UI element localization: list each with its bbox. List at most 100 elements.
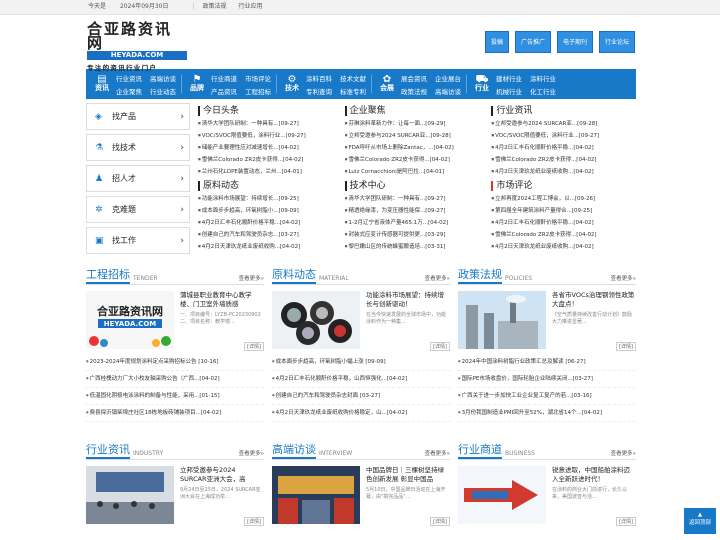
list-item[interactable]: 立邦受邀参与2024 SURCAR亚...[09-28] [345,130,492,142]
nav-link[interactable]: 行业资讯 [116,73,142,83]
list-item[interactable]: Luiz Cornacchioni是阿巴拉...[04-01] [345,166,492,178]
card-title[interactable]: 锐意进取，中国船舶涂料迈入全新跃进时代！ [552,466,636,484]
detail-link[interactable]: [详情] [430,342,450,351]
list-item[interactable]: 储能产业要理性应对减速增长...[04-02] [198,142,345,154]
list-item[interactable]: 3月份我国制造业PMI回升至52%，湖北省14个...[04-02] [458,405,636,422]
nav-link[interactable]: 机械行业 [496,86,522,96]
list-item[interactable]: 4月2日汇丰石化顺酐价格平稳...[04-02] [491,217,638,229]
list-item[interactable]: 创建自己的汽车和驾驶员杂志封面 [03-27] [272,388,450,405]
nav-link[interactable]: 产品资讯 [211,86,237,96]
list-item[interactable]: 雪佛兰Colorado ZR2皮卡获得...[04-02] [345,154,492,166]
nav-link[interactable]: 化工行业 [530,86,556,96]
section-title[interactable]: 原料动态 [272,267,316,284]
list-item[interactable]: 4月2日天津玖龙纸业废纸收购...[04-02] [491,166,638,178]
feature-card[interactable]: 各省市VOCs治理钢领性政策大盘点！ 《空气质量持续改善行动计划》鼓励大力推进显著… [458,291,636,351]
sidebar-item-products[interactable]: ◈ 找产品 › [86,103,190,130]
nav-link[interactable]: 行业商道 [211,73,237,83]
nav-link[interactable]: 涂料行业 [530,73,556,83]
nav-link[interactable]: 工程招标 [245,86,271,96]
back-to-top-button[interactable]: ▲ 返回顶部 [684,508,716,534]
more-link[interactable]: 查看更多» [425,449,450,457]
list-item[interactable]: 黎巴嫩山区的传统蜂蜜酿造培...[03-31] [345,241,492,253]
more-link[interactable]: 查看更多» [425,274,450,282]
list-item[interactable]: 4月2日汇丰石化顺酐价格平稳...[04-02] [198,217,345,229]
detail-link[interactable]: [详情] [244,517,264,526]
block-title[interactable]: 今日头条 [198,106,345,116]
nav-link[interactable]: 建材行业 [496,73,522,83]
list-item[interactable]: 第四届全年建筑涂料产量得合...[09-25] [491,205,638,217]
list-item[interactable]: 芬琳涂料革新力作：让每一面...[09-29] [345,118,492,130]
list-item[interactable]: 4月2日天津玖龙纸业废纸收购...[04-02] [198,241,345,253]
card-title[interactable]: 中国品牌日｜三棵树坚持绿色创新发展 彰显中国品 [366,466,450,484]
sidebar-item-talent[interactable]: ♟ 招人才 › [86,165,190,192]
section-title[interactable]: 工程招标 [86,267,130,284]
feature-card[interactable]: 中国品牌日｜三棵树坚持绿色创新发展 彰显中国品 5月10日，中国品牌日活动在上海开… [272,466,450,526]
list-item[interactable]: 广西关于进一步加快工业企业复工复产的若...[03-16] [458,388,636,405]
contribute-button[interactable]: 投稿 [484,31,509,53]
nav-link[interactable]: 标准专利 [340,86,366,96]
nav-link[interactable]: 展会资讯 [401,73,427,83]
nav-link[interactable]: 企业聚焦 [116,86,142,96]
list-item[interactable]: 清华大学团队研制：一种具有...[09-27] [198,118,345,130]
section-title[interactable]: 政策法规 [458,267,502,284]
forum-button[interactable]: 行业论坛 [598,31,635,53]
list-item[interactable]: 4月2日天津玖龙纸业废纸收购...[04-02] [491,241,638,253]
feature-card[interactable]: 立邦受邀参与2024 SURCAR亚洲大会，高 9月24日至25日，2024 SU… [86,466,264,526]
more-link[interactable]: 查看更多» [611,274,636,282]
card-title[interactable]: 蒲城县职业教育中心教学楼、门卫室外墙质感 [180,291,264,309]
block-title[interactable]: 原料动态 [198,181,345,191]
list-item[interactable]: 创建自己的汽车和驾驶员杂志...[03-27] [198,229,345,241]
list-item[interactable]: 成本面步步趋高，环氧树脂小...[09-09] [198,205,345,217]
detail-link[interactable]: [详情] [430,517,450,526]
section-title[interactable]: 行业商道 [458,442,502,459]
detail-link[interactable]: [详情] [616,342,636,351]
more-link[interactable]: 查看更多» [239,449,264,457]
feature-card[interactable]: 锐意进取，中国船舶涂料迈入全新跃进时代！ 在涂料的商业大门前进行，长久以来，美国波… [458,466,636,526]
nav-link[interactable]: 政策法规 [401,86,427,96]
nav-link[interactable]: 涂料百科 [306,73,332,83]
block-title[interactable]: 企业聚焦 [344,106,492,116]
block-title[interactable]: 市场评论 [491,181,638,191]
list-item[interactable]: 立邦受邀参与2024 SURCAR亚...[09-28] [491,118,638,130]
block-title[interactable]: 技术中心 [344,181,492,191]
more-link[interactable]: 查看更多» [239,274,264,282]
list-item[interactable]: VOC/SVOC限值要低，涂料行业...[09-27] [491,130,638,142]
sidebar-item-jobs[interactable]: ▣ 找工作 › [86,227,190,254]
nav-link[interactable]: 企业展台 [435,73,461,83]
list-item[interactable]: 广西桂槐动力厂大小校友轴采购公告（广西...[04-02] [86,371,264,388]
list-item[interactable]: 4月2日天津玖龙纸业废纸收购价格稳定，山...[04-02] [272,405,450,422]
ejournal-button[interactable]: 电子期刊 [556,31,593,53]
list-item[interactable]: 成本面步步趋高，环氧树脂小幅上涨 [09-09] [272,354,450,371]
card-title[interactable]: 各省市VOCs治理钢领性政策大盘点！ [552,291,636,309]
more-link[interactable]: 查看更多» [611,449,636,457]
site-logo[interactable]: 合亚路资讯网 HEYADA.COM 专注的资讯行业门户 [87,22,187,72]
list-item[interactable]: 兰州石化LDPE装置动态，兰州...[04-01] [198,166,345,178]
list-item[interactable]: 封装式应变计传感器可提供更...[03-29] [345,229,492,241]
nav-link[interactable]: 技术文献 [340,73,366,83]
feature-card[interactable]: 合亚路资讯网 HEYADA.COM 蒲城县职业教育中心教学楼、门卫室外墙质感 一、项… [86,291,264,351]
list-item[interactable]: 4月2日汇丰石化顺酐价格平稳...[04-02] [491,142,638,154]
list-item[interactable]: 国际PE市场收盘价，国际轮胎企业陆续关闭...[03-27] [458,371,636,388]
nav-link[interactable]: 行业动态 [150,86,176,96]
list-item[interactable]: 1-2月辽宁省液体产量465.1万...[04-02] [345,217,492,229]
nav-link[interactable]: 市场评论 [245,73,271,83]
sidebar-item-problems[interactable]: ✲ 克难题 › [86,196,190,223]
list-item[interactable]: 雪佛兰Colorado ZR2皮卡获得...[04-02] [491,154,638,166]
list-item[interactable]: 功能涂料市场展望：持续增长...[09-25] [198,193,345,205]
card-title[interactable]: 立邦受邀参与2024 SURCAR亚洲大会，高 [180,466,264,484]
detail-link[interactable]: [详情] [616,517,636,526]
feature-card[interactable]: 功能涂料市场展望：持续增长与创新驱动！ 在当今快速发展的全球市场中，功能涂料作为一… [272,291,450,351]
list-item[interactable]: FDA呼吁从市场上删除Zantac，...[04-02] [345,142,492,154]
list-item[interactable]: 清华大学团队研制：一种具有...[09-27] [345,193,492,205]
top-link-policy[interactable]: 政策法规 [203,0,227,14]
block-title[interactable]: 行业资讯 [491,106,638,116]
list-item[interactable]: 2023-2024年度规划涂料定点采购招标公告 [10-16] [86,354,264,371]
list-item[interactable]: 费县探沂镇柴埠庄社区18栋地板砖铺装项目...[04-02] [86,405,264,422]
list-item[interactable]: 低温固化阴极电泳涂料的制备与性能，采用...[01-15] [86,388,264,405]
nav-link[interactable]: 高端访谈 [150,73,176,83]
list-item[interactable]: 立邦再度2024工程工博会，以...[09-26] [491,193,638,205]
ad-button[interactable]: 广告推广 [514,31,551,53]
list-item[interactable]: 4月2日汇丰石化顺酐价格平稳，山西恒强化...[04-02] [272,371,450,388]
nav-link[interactable]: 高端访谈 [435,86,461,96]
section-title[interactable]: 高端访谈 [272,442,316,459]
